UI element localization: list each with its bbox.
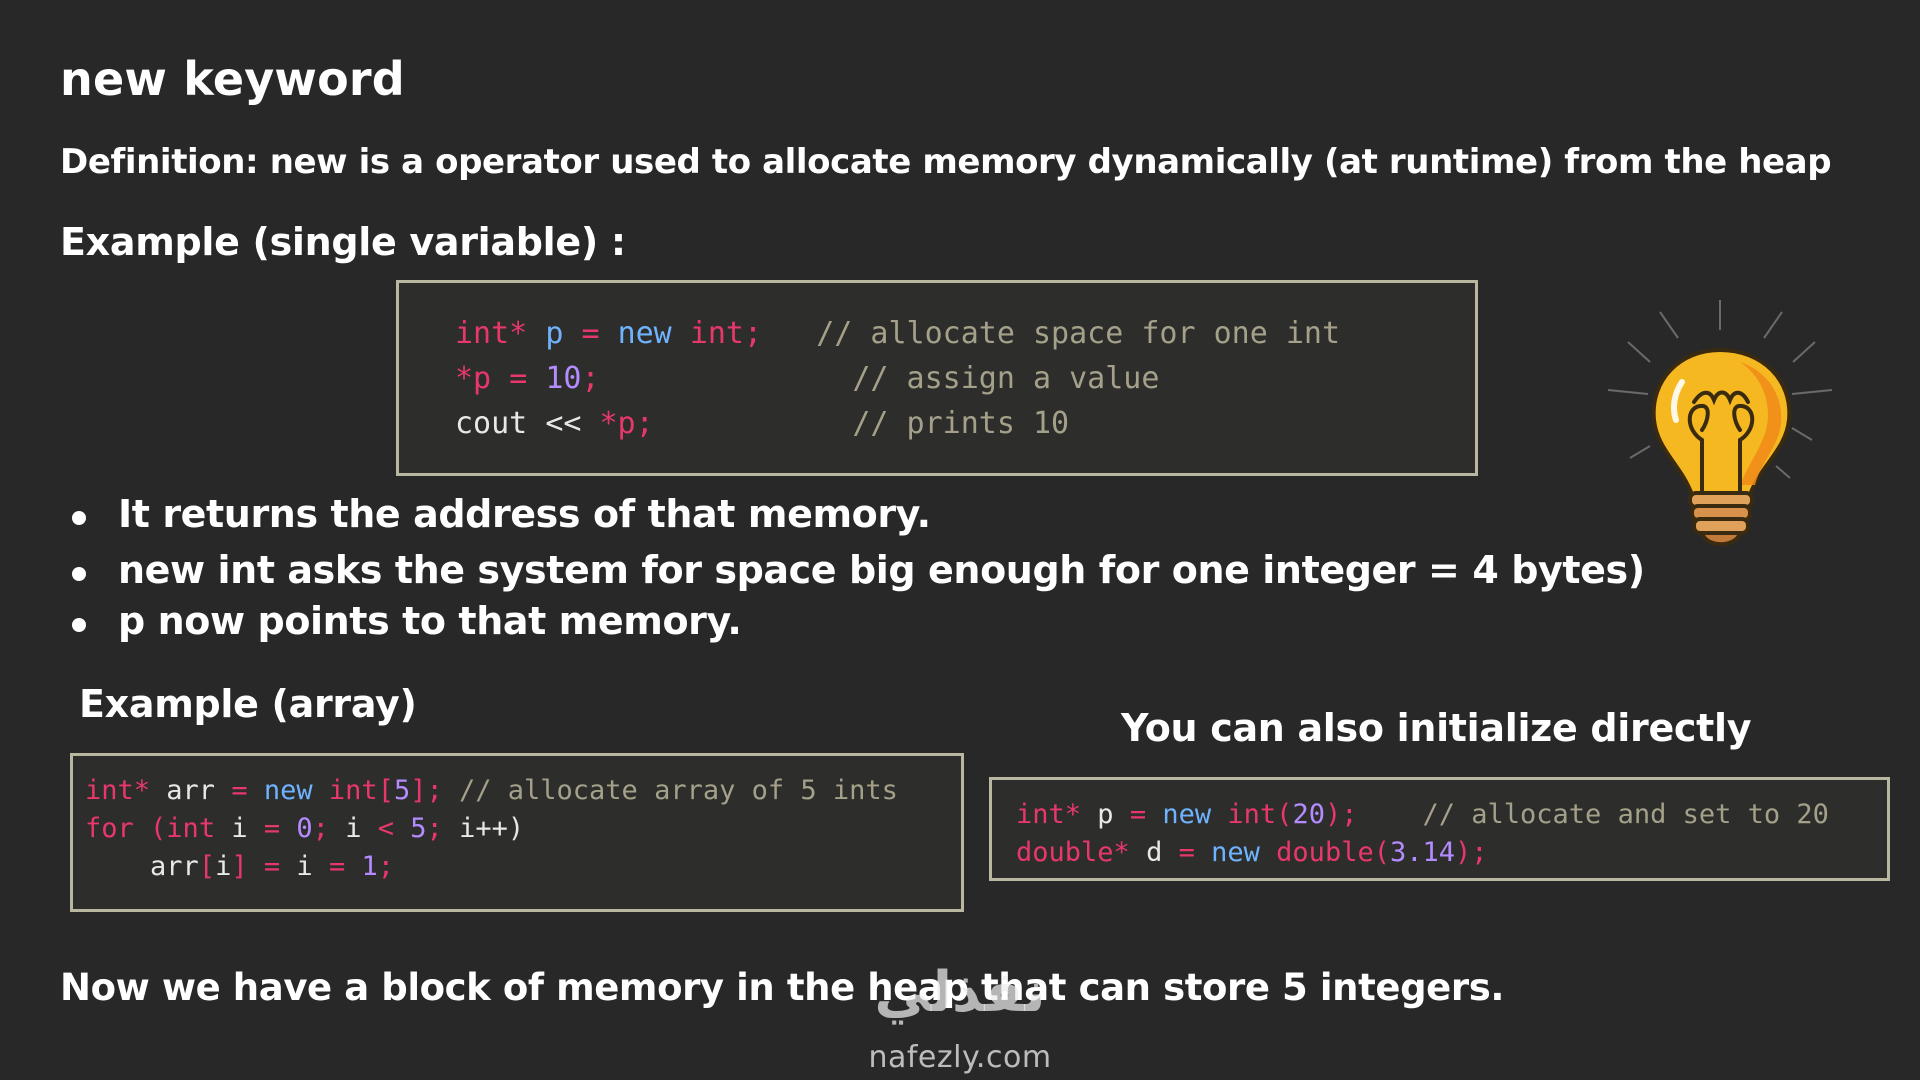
example-array-heading: Example (array) (79, 682, 417, 726)
code-keyword: int* (85, 775, 151, 806)
watermark-logo: نفذلي nafezly.com (850, 960, 1070, 1076)
code-variable: d (1146, 837, 1163, 868)
slide: new keyword Definition: new is a operato… (0, 0, 1920, 1080)
code-keyword: for (85, 813, 134, 844)
code-operator: = (328, 851, 346, 882)
code-line: cout << *p; // prints 10 (455, 401, 1475, 446)
code-keyword: int* (1016, 799, 1082, 830)
code-punctuation: ]; (410, 775, 443, 806)
code-punctuation: ; (635, 406, 654, 441)
code-variable: i (296, 851, 313, 882)
code-number: 5 (410, 813, 427, 844)
code-number: 3.14 (1389, 837, 1455, 868)
code-operator: = (231, 775, 248, 806)
code-variable: *p (455, 361, 492, 396)
code-variable: *p (599, 406, 636, 441)
code-new-keyword: new (263, 775, 313, 806)
bullet-dot-icon (72, 511, 86, 525)
page-title: new keyword (60, 52, 405, 106)
code-identifier: cout (455, 406, 528, 441)
code-number: 0 (296, 813, 313, 844)
code-operator: = (263, 851, 281, 882)
code-new-keyword: new (1211, 837, 1260, 868)
code-punctuation: [ (198, 851, 216, 882)
code-keyword: int[ (328, 775, 394, 806)
code-comment: // allocate and set to 20 (1422, 799, 1829, 830)
code-line: int* p = new int(20); // allocate and se… (1016, 796, 1887, 834)
code-new-keyword: new (1162, 799, 1212, 830)
list-item-text: p now points to that memory. (118, 599, 742, 643)
code-number: 1 (361, 851, 378, 882)
code-variable: i (231, 813, 248, 844)
code-line: for (int i = 0; i < 5; i++) (85, 810, 961, 848)
code-line: *p = 10; // assign a value (455, 356, 1475, 401)
code-operator: = (1178, 837, 1195, 868)
example-single-heading: Example (single variable) : (60, 220, 626, 264)
code-operator: << (545, 406, 582, 441)
lightbulb-icon (1607, 300, 1833, 547)
code-punctuation: ); (1455, 837, 1488, 868)
code-number: 5 (393, 775, 411, 806)
code-operator: = (509, 361, 528, 396)
code-keyword: double* (1016, 837, 1130, 868)
list-item: p now points to that memory. (68, 599, 1645, 650)
code-keyword: int( (1227, 799, 1293, 830)
code-comment: // prints 10 (852, 406, 1070, 441)
code-line: double* d = new double(3.14); (1016, 834, 1887, 872)
code-operator: = (1129, 799, 1147, 830)
list-item: It returns the address of that memory. (68, 492, 1645, 548)
code-number: 20 (1292, 799, 1325, 830)
code-increment: i++) (459, 813, 525, 844)
init-direct-heading: You can also initialize directly (1121, 706, 1752, 750)
list-item-text: new int asks the system for space big en… (118, 548, 1645, 592)
code-number: 10 (545, 361, 582, 396)
code-line: int* p = new int; // allocate space for … (455, 311, 1475, 356)
code-block-array: int* arr = new int[5]; // allocate array… (70, 753, 964, 912)
code-keyword: (int (150, 813, 216, 844)
code-punctuation: ; (426, 813, 443, 844)
code-line: int* arr = new int[5]; // allocate array… (85, 772, 961, 810)
code-variable: arr (150, 851, 199, 882)
definition-text: Definition: new is a operator used to al… (60, 142, 1832, 182)
code-punctuation: ; (312, 813, 329, 844)
list-item-text: It returns the address of that memory. (118, 492, 931, 536)
code-punctuation: ; (377, 851, 394, 882)
code-variable: p (1097, 799, 1114, 830)
code-operator: = (581, 316, 600, 351)
code-line: arr[i] = i = 1; (85, 848, 961, 886)
code-operator: < (377, 813, 394, 844)
bullet-dot-icon (72, 567, 86, 581)
code-block-single: int* p = new int; // allocate space for … (396, 280, 1478, 476)
code-comment: // allocate space for one int (816, 316, 1341, 351)
conclusion-text: Now we have a block of memory in the hea… (60, 966, 1504, 1009)
code-keyword: double( (1276, 837, 1390, 868)
code-punctuation: ] (231, 851, 248, 882)
code-keyword: int* (455, 316, 528, 351)
bullet-list: It returns the address of that memory. n… (68, 492, 1645, 650)
code-comment: // allocate array of 5 ints (459, 775, 898, 806)
code-new-keyword: new (617, 316, 672, 351)
code-variable: i (345, 813, 362, 844)
code-block-init: int* p = new int(20); // allocate and se… (989, 777, 1890, 881)
code-variable: p (545, 316, 564, 351)
list-item: new int asks the system for space big en… (68, 548, 1645, 599)
code-variable: i (215, 851, 232, 882)
code-operator: = (263, 813, 281, 844)
bullet-dot-icon (72, 618, 86, 632)
code-comment: // assign a value (852, 361, 1160, 396)
code-punctuation: ; (581, 361, 600, 396)
code-variable: arr (166, 775, 216, 806)
code-keyword: int; (689, 316, 763, 351)
watermark-url: nafezly.com (868, 1040, 1052, 1075)
watermark-arabic-text: نفذلي (874, 960, 1046, 1025)
code-punctuation: ); (1324, 799, 1358, 830)
